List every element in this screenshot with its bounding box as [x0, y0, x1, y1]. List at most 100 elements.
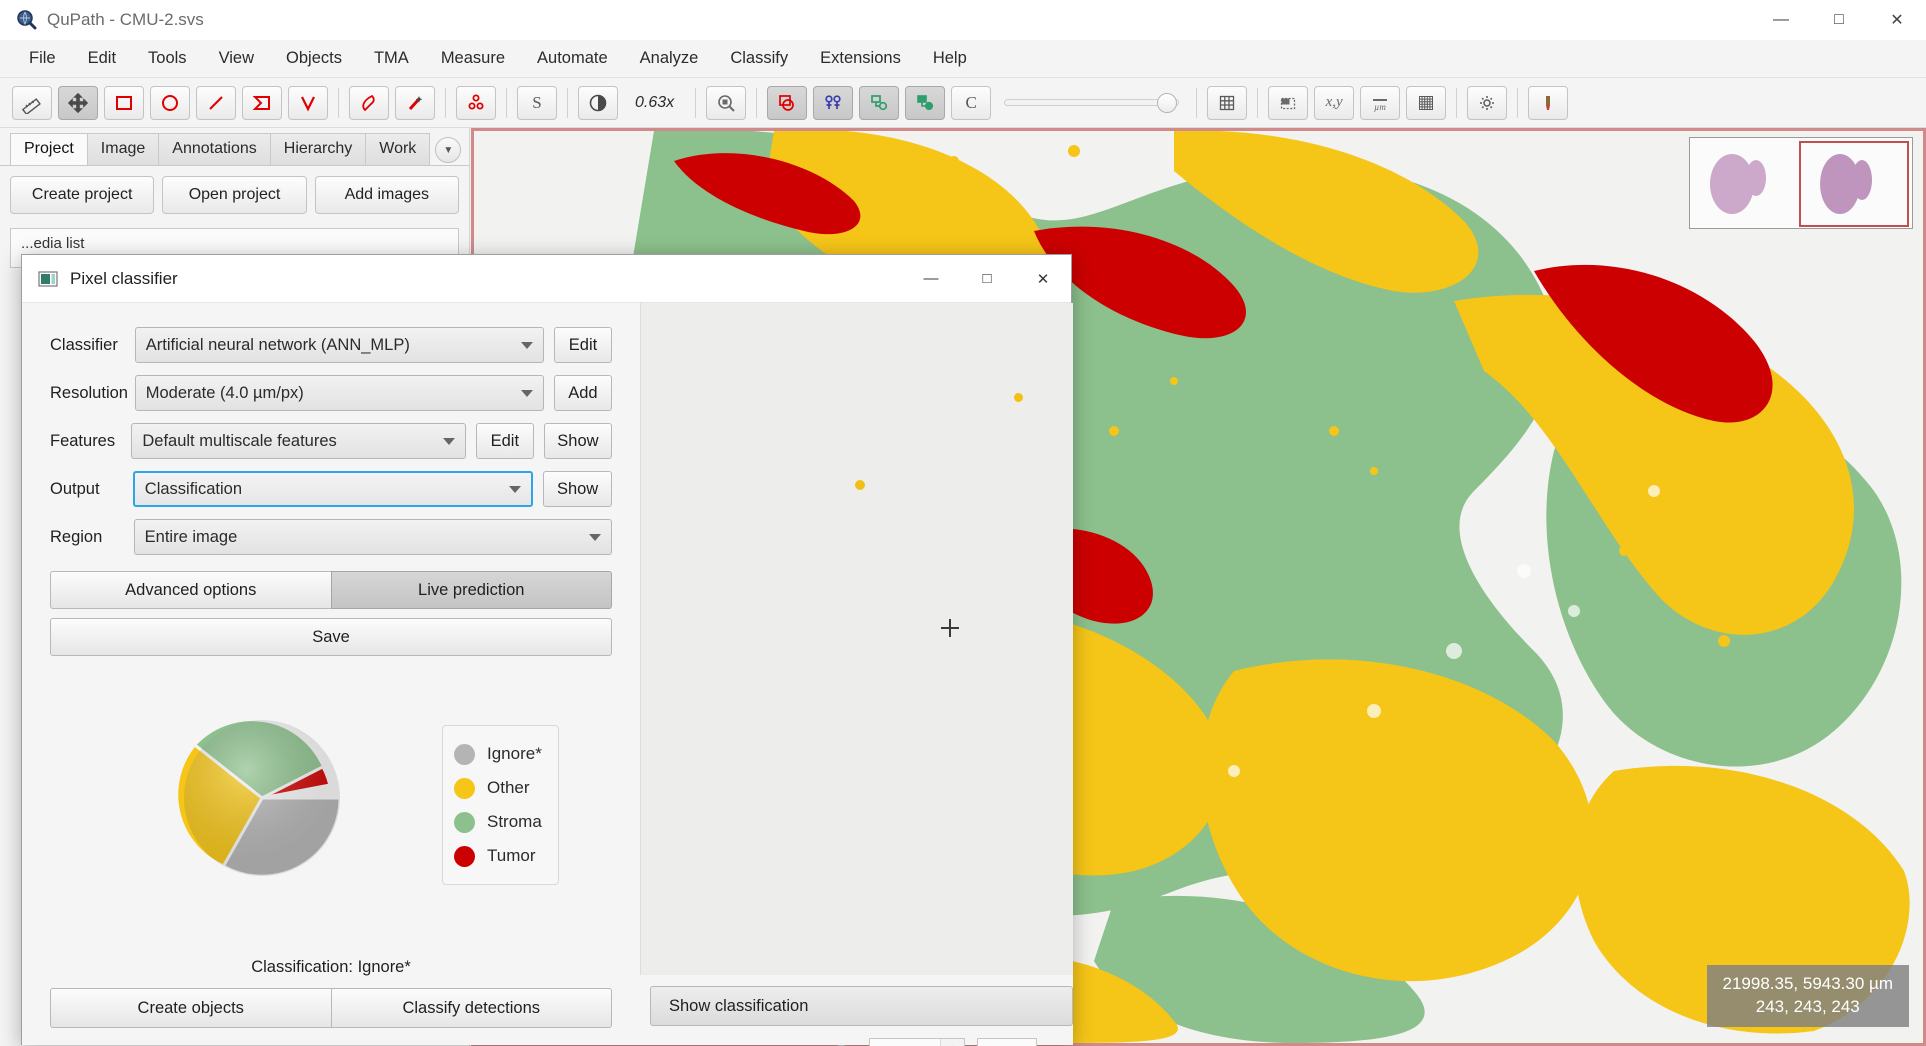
chevron-down-icon[interactable]: ▼: [435, 137, 462, 163]
project-buttons: Create project Open project Add images: [0, 166, 469, 224]
menu-measure[interactable]: Measure: [427, 45, 519, 72]
brush-tool-icon[interactable]: [349, 85, 389, 120]
ellipse-tool-icon[interactable]: [150, 85, 190, 120]
create-objects-button[interactable]: Create objects: [50, 988, 332, 1028]
points-tool-icon[interactable]: [456, 85, 496, 120]
opacity-slider-thumb[interactable]: [1157, 92, 1178, 113]
opacity-value-spinner[interactable]: 0 ▲ ▼: [869, 1038, 965, 1046]
line-tool-icon[interactable]: [196, 85, 236, 120]
show-detections-icon[interactable]: [859, 85, 900, 120]
tab-workflow[interactable]: Work: [365, 133, 431, 165]
zoom-level-label: 0.63x: [635, 93, 675, 111]
show-location-icon[interactable]: x,y: [1314, 85, 1355, 120]
toolbar-separator-3: [506, 87, 507, 118]
chevron-down-icon: [509, 485, 522, 493]
chevron-down-icon: [521, 341, 533, 349]
move-tool-icon[interactable]: [58, 85, 98, 120]
menu-classify[interactable]: Classify: [716, 45, 802, 72]
advanced-live-button-pair: Advanced options Live prediction: [50, 571, 612, 609]
label-region: Region: [50, 527, 103, 546]
fill-detections-icon[interactable]: [905, 85, 946, 120]
tab-image[interactable]: Image: [86, 133, 160, 165]
main-toolbar: S 0.63x C x,y µm: [0, 78, 1926, 128]
menu-tma[interactable]: TMA: [360, 45, 423, 72]
show-annotations-icon[interactable]: [767, 85, 808, 120]
features-combo[interactable]: Default multiscale features: [131, 423, 466, 459]
thumbnail-viewport-rect[interactable]: [1799, 141, 1909, 227]
label-classifier: Classifier: [50, 335, 118, 354]
live-prediction-toggle[interactable]: Live prediction: [330, 571, 612, 609]
advanced-options-button[interactable]: Advanced options: [50, 571, 332, 609]
close-button[interactable]: ✕: [1868, 0, 1926, 40]
classify-detections-button[interactable]: Classify detections: [330, 988, 612, 1028]
viewer-thumbnail[interactable]: [1689, 137, 1913, 229]
save-button[interactable]: Save: [50, 618, 612, 656]
dialog-close-button[interactable]: ✕: [1015, 255, 1071, 303]
show-tma-grid-icon[interactable]: [813, 85, 854, 120]
resolution-combo[interactable]: Moderate (4.0 µm/px): [134, 375, 544, 411]
tab-annotations[interactable]: Annotations: [158, 133, 271, 165]
legend-item-tumor[interactable]: Tumor: [454, 839, 542, 873]
dialog-minimize-button[interactable]: —: [903, 255, 959, 303]
menu-help[interactable]: Help: [919, 45, 981, 72]
measure-ruler-icon[interactable]: [12, 85, 52, 120]
rectangle-tool-icon[interactable]: [104, 85, 144, 120]
region-combo[interactable]: Entire image: [133, 519, 612, 555]
selection-mode-icon[interactable]: S: [517, 85, 557, 120]
output-combo[interactable]: Classification: [132, 471, 534, 507]
show-classification-button[interactable]: Show classification: [650, 986, 1073, 1026]
menu-analyze[interactable]: Analyze: [626, 45, 713, 72]
minimize-button[interactable]: —: [1752, 0, 1810, 40]
legend-item-ignore[interactable]: Ignore*: [454, 737, 542, 771]
save-row: Save: [50, 618, 612, 656]
scale-value-field[interactable]: 1: [977, 1038, 1037, 1046]
menu-objects[interactable]: Objects: [272, 45, 356, 72]
opacity-slider[interactable]: [1004, 88, 1180, 118]
output-show-button[interactable]: Show: [543, 471, 612, 507]
menu-automate[interactable]: Automate: [523, 45, 622, 72]
brightness-contrast-icon[interactable]: [578, 85, 618, 120]
classifier-preview-pane[interactable]: [640, 303, 1073, 975]
preferences-gear-icon[interactable]: [1467, 85, 1508, 120]
cursor-coordinates-badge: 21998.35, 5943.30 µm 243, 243, 243: [1706, 965, 1909, 1027]
show-grid-icon[interactable]: [1406, 85, 1447, 120]
pixel-classifier-dialog[interactable]: Pixel classifier — □ ✕ Classifier Artifi…: [21, 254, 1073, 1046]
show-scalebar-icon[interactable]: µm: [1360, 85, 1401, 120]
overlay-opacity-icon[interactable]: [1268, 85, 1309, 120]
qupath-app-icon: [15, 9, 37, 31]
features-show-button[interactable]: Show: [543, 423, 613, 459]
show-pixel-classification-icon[interactable]: [1207, 85, 1248, 120]
legend-item-other[interactable]: Other: [454, 771, 542, 805]
menu-file[interactable]: File: [15, 45, 70, 72]
dialog-maximize-button[interactable]: □: [959, 255, 1015, 303]
opacity-slider-track: [1004, 99, 1180, 106]
menu-tools[interactable]: Tools: [134, 45, 201, 72]
tab-hierarchy[interactable]: Hierarchy: [269, 133, 367, 165]
menu-extensions[interactable]: Extensions: [806, 45, 915, 72]
open-project-button[interactable]: Open project: [162, 176, 307, 214]
menu-view[interactable]: View: [205, 45, 268, 72]
preview-opacity-slider[interactable]: [650, 1042, 855, 1046]
dialog-body: Classifier Artificial neural network (AN…: [22, 303, 1073, 1046]
classifier-edit-button[interactable]: Edit: [554, 327, 612, 363]
features-edit-button[interactable]: Edit: [475, 423, 534, 459]
coordinate-rgb: 243, 243, 243: [1755, 997, 1860, 1017]
classifier-combo[interactable]: Artificial neural network (ANN_MLP): [134, 327, 544, 363]
resolution-add-button[interactable]: Add: [553, 375, 612, 411]
dialog-title: Pixel classifier: [70, 268, 178, 288]
wand-tool-icon[interactable]: [395, 85, 435, 120]
add-images-button[interactable]: Add images: [314, 176, 459, 214]
legend-item-stroma[interactable]: Stroma: [454, 805, 542, 839]
log-viewer-icon[interactable]: [1528, 85, 1569, 120]
caret-up-icon[interactable]: ▲: [941, 1039, 964, 1046]
create-project-button[interactable]: Create project: [10, 176, 155, 214]
polyline-tool-icon[interactable]: [288, 85, 328, 120]
preview-detection-dot: [855, 480, 865, 490]
label-features: Features: [50, 431, 116, 450]
maximize-button[interactable]: □: [1810, 0, 1868, 40]
polygon-tool-icon[interactable]: [242, 85, 282, 120]
tab-project[interactable]: Project: [10, 133, 88, 165]
menu-edit[interactable]: Edit: [74, 45, 130, 72]
zoom-to-fit-icon[interactable]: [706, 85, 747, 120]
show-connections-icon[interactable]: C: [951, 85, 992, 120]
